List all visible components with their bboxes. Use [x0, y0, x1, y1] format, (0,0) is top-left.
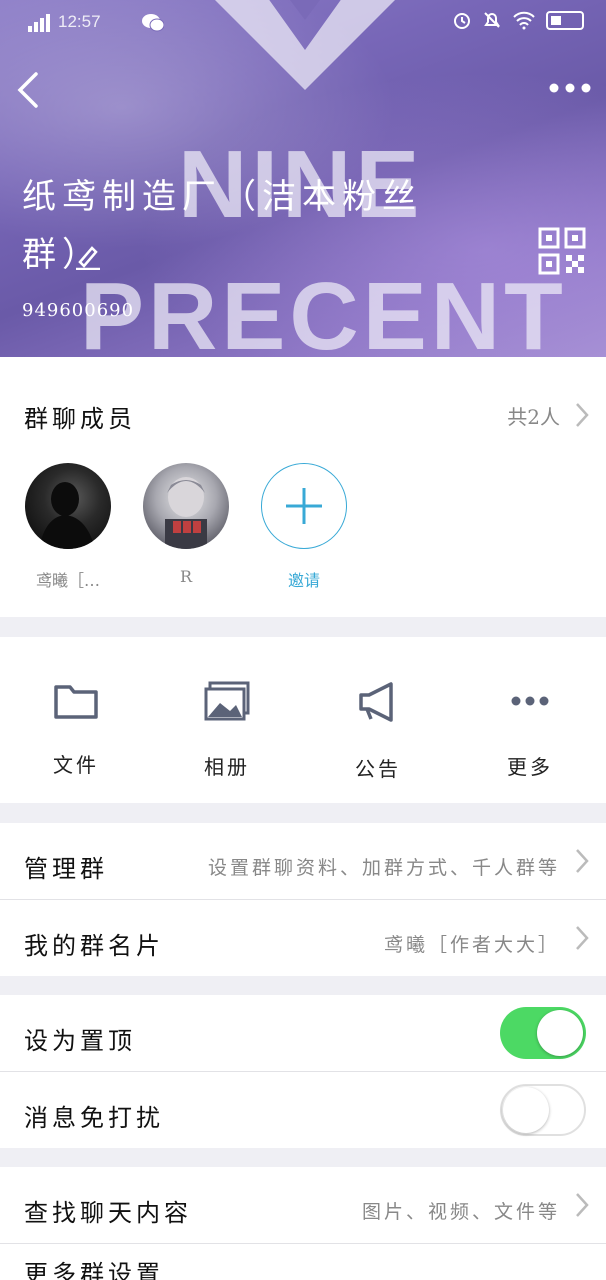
status-bar: 12:57	[0, 0, 606, 44]
person-silhouette-icon	[39, 482, 95, 549]
anime-character-icon	[165, 477, 207, 549]
member-name: R	[179, 567, 193, 586]
battery-icon	[546, 10, 584, 30]
more-group-settings-label: 更多群设置	[24, 1260, 164, 1280]
pin-top-label: 设为置顶	[24, 1027, 136, 1055]
qr-code-icon[interactable]	[538, 227, 586, 275]
chevron-right-icon	[576, 1193, 589, 1217]
tool-photos[interactable]: 相册	[167, 681, 287, 780]
tool-more-label: 更多	[507, 755, 553, 779]
edit-pencil-icon[interactable]	[74, 242, 102, 270]
my-group-card-label: 我的群名片	[24, 932, 164, 960]
megaphone-icon	[359, 682, 393, 722]
toggle-knob	[503, 1087, 549, 1133]
do-not-disturb-toggle[interactable]	[500, 1084, 586, 1136]
do-not-disturb-label: 消息免打扰	[24, 1104, 164, 1132]
tool-photos-label: 相册	[204, 755, 250, 779]
tool-announcement[interactable]: 公告	[318, 681, 438, 782]
search-chat-value: 图片、视频、文件等	[361, 1201, 560, 1223]
search-chat-row[interactable]: 查找聊天内容 图片、视频、文件等	[0, 1167, 606, 1243]
search-section: 查找聊天内容 图片、视频、文件等 更多群设置	[0, 1167, 606, 1280]
member-avatar[interactable]	[143, 463, 229, 549]
more-options-icon[interactable]	[548, 78, 592, 98]
chevron-right-icon	[576, 849, 589, 873]
tools-section: 文件 相册 公告 更多	[0, 637, 606, 803]
wechat-icon	[142, 14, 164, 32]
folder-icon	[54, 685, 98, 719]
manage-group-label: 管理群	[24, 855, 108, 883]
do-not-disturb-row: 消息免打扰	[0, 1072, 606, 1148]
signal-icon	[28, 14, 50, 32]
members-title[interactable]: 群聊成员	[24, 399, 136, 434]
tool-files[interactable]: 文件	[16, 681, 136, 778]
photos-icon	[204, 681, 250, 721]
member-name: 鸢曦［…	[35, 571, 100, 590]
invite-label[interactable]: 邀请	[254, 567, 354, 591]
plus-icon	[286, 488, 322, 524]
tool-announcement-label: 公告	[355, 757, 401, 781]
my-group-card-value: 鸢曦［作者大大］	[383, 934, 560, 956]
group-header: NINE PRECENT 12:57 纸鸢制造厂（洁本粉丝群） 94960069…	[0, 0, 606, 357]
my-group-card-row[interactable]: 我的群名片 鸢曦［作者大大］	[0, 900, 606, 976]
alarm-icon	[454, 13, 470, 29]
members-count[interactable]: 共2人	[507, 401, 560, 430]
more-icon	[511, 696, 549, 706]
pin-top-row: 设为置顶	[0, 995, 606, 1071]
tool-more[interactable]: 更多	[470, 681, 590, 780]
wifi-icon	[513, 11, 535, 30]
search-chat-label: 查找聊天内容	[24, 1199, 192, 1227]
chevron-right-icon[interactable]	[574, 401, 590, 429]
toggle-knob	[537, 1010, 583, 1056]
pin-top-toggle[interactable]	[500, 1007, 586, 1059]
group-id: 949600690	[22, 300, 135, 321]
status-time: 12:57	[58, 12, 101, 31]
notification-off-icon	[484, 12, 500, 28]
chevron-right-icon	[576, 926, 589, 950]
more-group-settings-row[interactable]: 更多群设置	[0, 1244, 606, 1280]
invite-button[interactable]	[261, 463, 347, 549]
group-settings-section: 管理群 设置群聊资料、加群方式、千人群等 我的群名片 鸢曦［作者大大］	[0, 823, 606, 976]
manage-group-row[interactable]: 管理群 设置群聊资料、加群方式、千人群等	[0, 823, 606, 899]
members-section: 群聊成员 共2人 鸢曦［… R 邀请	[0, 357, 606, 617]
back-arrow-icon[interactable]	[12, 68, 52, 112]
toggle-settings-section: 设为置顶 消息免打扰	[0, 995, 606, 1148]
manage-group-value: 设置群聊资料、加群方式、千人群等	[207, 857, 560, 879]
tool-files-label: 文件	[53, 753, 99, 777]
member-avatar[interactable]	[25, 463, 111, 549]
